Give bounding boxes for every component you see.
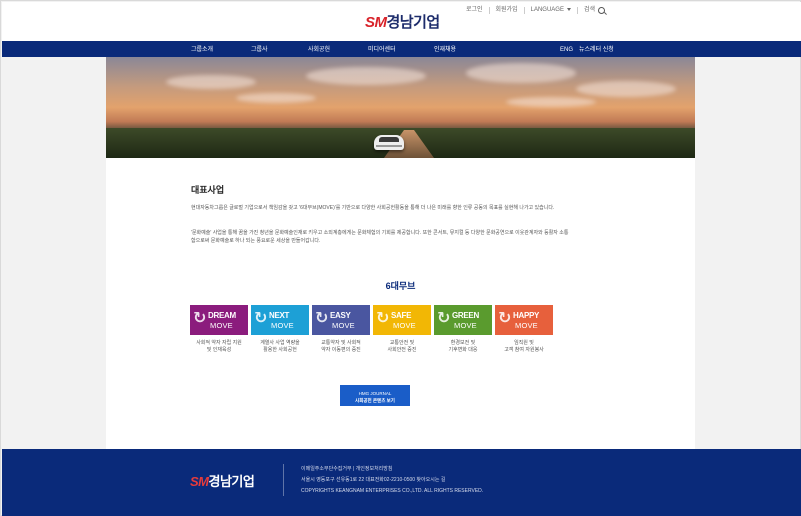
move-tile: ↻ SAFE MOVE bbox=[373, 305, 431, 335]
move-emblem-icon: ↻ bbox=[315, 310, 329, 327]
intro-paragraph: 현대자동차그룹은 글로벌 기업으로서 책임감을 갖고 '6대무브(MOVE)'를… bbox=[191, 205, 555, 211]
move-caption-line: 고객 참여 자원봉사 bbox=[504, 347, 544, 353]
section-title: 대표사업 bbox=[191, 185, 225, 195]
move-caption-line: 환경보전 및 bbox=[450, 340, 476, 346]
logo-name: 경남기업 bbox=[386, 14, 441, 31]
search-button[interactable]: 검색 bbox=[578, 7, 611, 14]
move-emblem-icon: ↻ bbox=[437, 310, 451, 327]
nav-right: ENG 뉴스레터 신청 bbox=[560, 44, 620, 53]
nav-item-affiliates[interactable]: 그룹사 bbox=[251, 44, 268, 53]
footer-policy-links[interactable]: 이메일주소무단수집거부 | 개인정보처리방침 bbox=[301, 464, 483, 475]
move-card-green[interactable]: ↻ GREEN MOVE 환경보전 및 기후변화 대응 bbox=[434, 305, 492, 354]
nav-item-group-intro[interactable]: 그룹소개 bbox=[191, 44, 213, 53]
move-tile: ↻ HAPPY MOVE bbox=[495, 305, 553, 335]
move-caption: 환경보전 및 기후변화 대응 bbox=[434, 340, 492, 354]
move-card-easy[interactable]: ↻ EASY MOVE 교통약자 및 사회적 약자 이동편의 증진 bbox=[312, 305, 370, 354]
move-emblem-icon: ↻ bbox=[193, 310, 207, 327]
language-label: LANGUAGE bbox=[530, 7, 564, 13]
move-caption-line: 기후변화 대응 bbox=[448, 347, 478, 353]
move-caption: 사회적 약자 자립 지원 및 인재육성 bbox=[190, 340, 248, 354]
move-emblem-icon: ↻ bbox=[376, 310, 390, 327]
nav-item-social[interactable]: 사회공헌 bbox=[308, 44, 330, 53]
move-card-happy[interactable]: ↻ HAPPY MOVE 임직원 및 고객 참여 자원봉사 bbox=[495, 305, 553, 354]
login-link[interactable]: 로그인 bbox=[460, 7, 490, 14]
move-caption-line: 사회적 약자 자립 지원 bbox=[196, 340, 242, 346]
hero-image bbox=[106, 57, 695, 158]
move-word: GREEN bbox=[452, 311, 479, 320]
move-label: MOVE bbox=[210, 321, 233, 330]
hero-cloud bbox=[466, 63, 576, 83]
move-caption: 교통약자 및 사회적 약자 이동편의 증진 bbox=[312, 340, 370, 354]
hero-cloud bbox=[506, 97, 596, 107]
footer-logo[interactable]: SM경남기업 bbox=[190, 471, 255, 490]
move-card-next[interactable]: ↻ NEXT MOVE 계열사 사업 역량을 활용한 사회공헌 bbox=[251, 305, 309, 354]
top-header: SM경남기업 로그인 회원가입 LANGUAGE 검색 bbox=[2, 2, 801, 41]
move-tile: ↻ DREAM MOVE bbox=[190, 305, 248, 335]
page-frame: SM경남기업 로그인 회원가입 LANGUAGE 검색 그룹소개 그룹사 사회공… bbox=[0, 0, 801, 516]
move-caption-line: 교통안전 및 bbox=[389, 340, 415, 346]
move-label: MOVE bbox=[271, 321, 294, 330]
nav-item-media[interactable]: 미디어센터 bbox=[368, 44, 396, 53]
nav-item-careers[interactable]: 인재채용 bbox=[434, 44, 456, 53]
main-content: 대표사업 현대자동차그룹은 글로벌 기업으로서 책임감을 갖고 '6대무브(MO… bbox=[106, 57, 695, 449]
hero-cloud bbox=[576, 81, 676, 97]
six-move-title: 6대무브 bbox=[385, 281, 416, 291]
move-grid: ↻ DREAM MOVE 사회적 약자 자립 지원 및 인재육성 ↻ NEXT M… bbox=[190, 305, 555, 365]
site-footer: SM경남기업 이메일주소무단수집거부 | 개인정보처리방침 서울시 영등포구 선… bbox=[2, 449, 801, 516]
move-emblem-icon: ↻ bbox=[498, 310, 512, 327]
move-caption-line: 및 인재육성 bbox=[206, 347, 232, 353]
hero-cloud bbox=[306, 67, 426, 85]
move-caption-line: 활용한 사회공헌 bbox=[263, 347, 297, 353]
logo-sm: SM bbox=[365, 14, 387, 31]
footer-logo-sm: SM bbox=[190, 474, 209, 489]
hero-cloud bbox=[166, 75, 256, 89]
newsletter-link[interactable]: 뉴스레터 신청 bbox=[579, 47, 614, 53]
caret-down-icon bbox=[566, 7, 571, 11]
footer-address: 서울시 영등포구 선유동1로 22 대표전화02-2210-0500 찾아오시는… bbox=[301, 477, 446, 483]
move-word: DREAM bbox=[208, 311, 236, 320]
journal-button[interactable]: HMG JOURNAL 사회공헌 콘텐츠 보기 bbox=[340, 385, 410, 406]
hero-cloud bbox=[236, 93, 316, 103]
site-logo[interactable]: SM경남기업 bbox=[365, 11, 440, 32]
culture-paragraph: '문화예술' 사업을 통해 꿈을 가진 청년을 문화예술인재로 키우고 소외계층… bbox=[191, 230, 569, 244]
move-word: EASY bbox=[330, 311, 351, 320]
move-caption-line: 사회안전 증진 bbox=[387, 347, 417, 353]
main-nav: 그룹소개 그룹사 사회공헌 미디어센터 인재채용 ENG 뉴스레터 신청 bbox=[2, 41, 801, 57]
move-label: MOVE bbox=[332, 321, 355, 330]
move-caption: 임직원 및 고객 참여 자원봉사 bbox=[495, 340, 553, 354]
search-icon bbox=[598, 7, 605, 14]
move-label: MOVE bbox=[515, 321, 538, 330]
move-label: MOVE bbox=[393, 321, 416, 330]
move-caption-line: 약자 이동편의 증진 bbox=[321, 347, 361, 353]
move-tile: ↻ NEXT MOVE bbox=[251, 305, 309, 335]
journal-line-1: HMG JOURNAL bbox=[358, 391, 392, 396]
search-label: 검색 bbox=[583, 7, 595, 13]
move-caption-line: 계열사 사업 역량을 bbox=[260, 340, 300, 346]
eng-link[interactable]: ENG bbox=[560, 47, 573, 53]
move-tile: ↻ GREEN MOVE bbox=[434, 305, 492, 335]
join-link[interactable]: 회원가입 bbox=[490, 7, 525, 14]
footer-logo-name: 경남기업 bbox=[208, 474, 255, 489]
move-caption: 계열사 사업 역량을 활용한 사회공헌 bbox=[251, 340, 309, 354]
utility-menu: 로그인 회원가입 LANGUAGE 검색 bbox=[460, 7, 611, 14]
move-emblem-icon: ↻ bbox=[254, 310, 268, 327]
footer-divider bbox=[283, 464, 284, 496]
move-label: MOVE bbox=[454, 321, 477, 330]
move-word: SAFE bbox=[391, 311, 412, 320]
move-word: HAPPY bbox=[513, 311, 540, 320]
footer-copyright: COPYRIGHTS KEANGNAM ENTERPRISES CO.,LTD.… bbox=[301, 488, 484, 494]
move-word: NEXT bbox=[269, 311, 290, 320]
move-caption-line: 임직원 및 bbox=[514, 340, 534, 346]
journal-line-2: 사회공헌 콘텐츠 보기 bbox=[355, 398, 395, 403]
move-caption-line: 교통약자 및 사회적 bbox=[321, 340, 361, 346]
hero-car bbox=[374, 135, 404, 150]
footer-info: 이메일주소무단수집거부 | 개인정보처리방침 서울시 영등포구 선유동1로 22… bbox=[301, 464, 483, 497]
language-select[interactable]: LANGUAGE bbox=[525, 7, 578, 14]
move-card-dream[interactable]: ↻ DREAM MOVE 사회적 약자 자립 지원 및 인재육성 bbox=[190, 305, 248, 354]
move-caption: 교통안전 및 사회안전 증진 bbox=[373, 340, 431, 354]
move-card-safe[interactable]: ↻ SAFE MOVE 교통안전 및 사회안전 증진 bbox=[373, 305, 431, 354]
move-tile: ↻ EASY MOVE bbox=[312, 305, 370, 335]
